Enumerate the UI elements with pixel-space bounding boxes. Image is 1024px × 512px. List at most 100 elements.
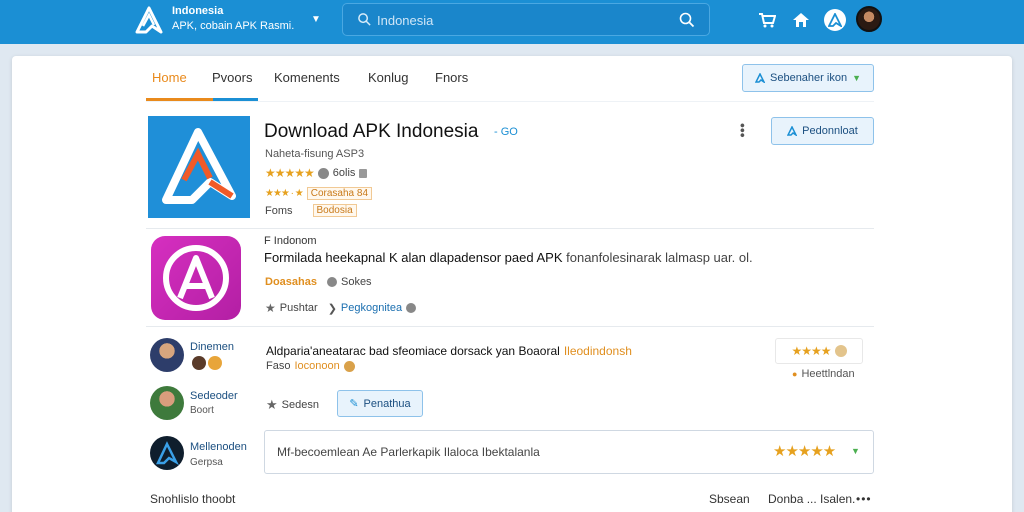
- footer-left: Snohlislo thoobt: [150, 492, 236, 506]
- app2-description-main: Formilada heekapnal K alan dlapadensor p…: [264, 250, 563, 265]
- review-text-highlight: Ileodindonsh: [563, 344, 632, 358]
- review-rating-link-row: ● Heettlndan: [792, 368, 855, 380]
- reviewer-sub: Gerpsa: [190, 457, 223, 468]
- pin-icon: ●: [792, 369, 798, 379]
- select-dropdown[interactable]: Sebenaher ikon ▼: [742, 64, 874, 92]
- reviewer-name[interactable]: Sedeoder: [190, 390, 238, 402]
- emoji-icon: [834, 345, 847, 357]
- tab-pvoors[interactable]: Pvoors: [212, 70, 252, 85]
- review-sub-label: Faso: [266, 360, 291, 372]
- review-action-label[interactable]: Sedesn: [282, 399, 319, 411]
- info-icon: [326, 277, 337, 287]
- search-icon: [358, 13, 371, 26]
- app2-rating-label: Doasahas: [265, 276, 317, 288]
- tab-konlug[interactable]: Konlug: [368, 70, 408, 85]
- emoji-icon: [343, 360, 355, 372]
- divider: [146, 326, 874, 327]
- tab-home[interactable]: Home: [152, 70, 187, 85]
- chevron-down-icon[interactable]: ▼: [311, 14, 321, 25]
- reviewer-avatar[interactable]: [150, 386, 184, 420]
- app2-action1[interactable]: Pushtar: [280, 302, 318, 314]
- reviewer-name[interactable]: Mellenoden: [190, 441, 247, 453]
- label-tag: Bodosia: [312, 204, 357, 217]
- rating-count: 6olis: [332, 167, 356, 179]
- app-logo-icon: [156, 441, 179, 466]
- app-title: Download APK Indonesia: [264, 121, 479, 142]
- app-title-badge: - GO: [494, 126, 518, 138]
- review-sub-highlight: Ioconoon: [294, 360, 340, 372]
- rating-stars: ★★★★★: [265, 166, 315, 180]
- mini-avatar: [192, 356, 206, 370]
- user-avatar[interactable]: [856, 6, 882, 32]
- mini-avatar: [208, 356, 222, 370]
- review-action-button[interactable]: ✎ Penathua: [337, 390, 423, 417]
- tab-fnors[interactable]: Fnors: [435, 70, 468, 85]
- label-row: Foms Bodosia: [265, 204, 357, 217]
- lock-icon: [359, 168, 368, 178]
- review-rating-stars: ★★★★: [791, 344, 831, 358]
- more-options-icon[interactable]: •••: [735, 123, 751, 138]
- rating-row: ★★★★★ 6olis: [265, 166, 368, 180]
- search-submit-icon[interactable]: [679, 12, 695, 28]
- info-icon: [317, 167, 329, 179]
- reviewer-avatar[interactable]: [150, 338, 184, 372]
- brand-subtitle: APK, cobain APK Rasmi.: [172, 20, 295, 32]
- app-icon-secondary[interactable]: [151, 236, 241, 320]
- brand[interactable]: Indonesia APK, cobain APK Rasmi.: [172, 5, 294, 33]
- label-prefix: Foms: [265, 204, 293, 217]
- more-options-icon[interactable]: •••: [856, 492, 872, 506]
- app2-rating-row: Doasahas Sokes: [265, 276, 372, 288]
- reviewer-name[interactable]: Dinemen: [190, 341, 234, 353]
- rating-row-2: ★★★ · ★ Corasaha 84: [265, 187, 373, 200]
- app2-description-tail: fonanfolesinarak lalmasp uar. ol.: [566, 250, 753, 265]
- select-label: Sebenaher ikon: [770, 72, 848, 84]
- search-input[interactable]: [377, 10, 677, 30]
- cart-icon[interactable]: [756, 9, 778, 31]
- reviewer-avatar[interactable]: [150, 436, 184, 470]
- review-comment-stars[interactable]: ★★★★★: [773, 442, 836, 460]
- review-comment-box[interactable]: Mf-becoemlean Ae Parlerkapik Ilaloca Ibe…: [264, 430, 874, 474]
- footer-mid[interactable]: Sbsean: [709, 492, 750, 506]
- app2-description: Formilada heekapnal K alan dlapadensor p…: [264, 250, 753, 265]
- download-label: Pedonnloat: [802, 125, 858, 137]
- app-logo-icon: [162, 128, 236, 204]
- app-logo-icon[interactable]: [134, 5, 164, 35]
- tab-bar: Home Pvoors Komenents Konlug Fnors: [146, 56, 1024, 102]
- app2-actions-row: ★ Pushtar ❯ Pegkognitea: [265, 301, 417, 315]
- reviewer-sub: Boort: [190, 405, 214, 416]
- app2-action2[interactable]: Pegkognitea: [341, 302, 402, 314]
- logo-mini-icon: [755, 73, 765, 83]
- divider: [146, 228, 874, 229]
- share-icon[interactable]: ❯: [328, 302, 337, 315]
- review-text: Aldparia'aneatarac bad sfeomiace dorsack…: [266, 344, 632, 358]
- star-icon[interactable]: ★: [265, 301, 276, 315]
- review-comment-text: Mf-becoemlean Ae Parlerkapik Ilaloca Ibe…: [277, 445, 540, 459]
- app2-label: F Indonom: [264, 235, 317, 247]
- review-text-main: Aldparia'aneatarac bad sfeomiace dorsack…: [266, 344, 560, 358]
- tab-komenents[interactable]: Komenents: [274, 70, 340, 85]
- footer-right[interactable]: Donba ... Isalen.: [768, 492, 855, 506]
- review-action-row: ★ Sedesn: [266, 397, 319, 413]
- review-rating-box: ★★★★: [775, 338, 863, 364]
- review-rating-link[interactable]: Heettlndan: [801, 368, 854, 380]
- app2-rating-count: Sokes: [340, 276, 372, 288]
- review-sub: Faso Ioconoon: [266, 360, 355, 372]
- chevron-down-icon: ▼: [852, 73, 861, 83]
- search-bar: [342, 3, 710, 36]
- rating-stars-small: ★★★ · ★: [265, 188, 304, 199]
- brand-title: Indonesia: [172, 5, 224, 17]
- star-icon[interactable]: ★: [266, 397, 278, 413]
- chevron-down-icon[interactable]: ▼: [851, 446, 860, 456]
- top-bar: Indonesia APK, cobain APK Rasmi. ▼: [0, 0, 1024, 44]
- divider: [146, 101, 874, 102]
- account-logo-icon[interactable]: [824, 9, 846, 31]
- app-subtitle: Naheta-fisung ASP3: [265, 148, 365, 160]
- home-icon[interactable]: [790, 9, 812, 31]
- review-action-button-label: Penathua: [363, 397, 411, 410]
- app-icon-apk-indonesia[interactable]: [148, 116, 250, 218]
- download-button[interactable]: Pedonnloat: [771, 117, 874, 145]
- download-logo-icon: [787, 126, 798, 136]
- letter-a-icon: [163, 245, 229, 311]
- rating-tag: Corasaha 84: [306, 187, 373, 200]
- edit-icon: ✎: [349, 398, 359, 410]
